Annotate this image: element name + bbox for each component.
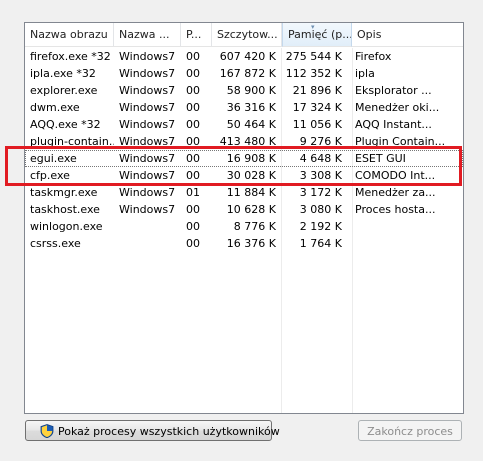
column-header-cpu[interactable]: P... xyxy=(181,23,212,47)
column-header-user-name[interactable]: Nazwa ... xyxy=(114,23,181,47)
process-row[interactable]: winlogon.exe 00 8 776 K 2 192 K xyxy=(25,218,463,235)
sort-descending-icon: ▾ xyxy=(311,23,315,31)
memory-cell: 3 080 K xyxy=(299,203,342,216)
highlight-box xyxy=(5,146,462,186)
process-row[interactable]: firefox.exe *32 Windows7 00 607 420 K 275 54… xyxy=(25,48,463,65)
memory-cell: 1 764 K xyxy=(299,237,342,250)
memory-cell: 2 192 K xyxy=(299,220,342,233)
process-row[interactable]: explorer.exe Windows7 00 58 900 K 21 896 K Ek… xyxy=(25,82,463,99)
memory-cell: 275 544 K xyxy=(285,50,342,63)
process-name-cell: taskmgr.exe xyxy=(30,186,98,199)
user-name-cell: Windows7 xyxy=(119,84,176,97)
task-manager-processes-page: { "columns": ["Nazwa obrazu", "Nazwa ...… xyxy=(0,0,483,461)
process-row[interactable]: taskmgr.exe Windows7 01 11 884 K 3 172 K Mene… xyxy=(25,184,463,201)
end-process-label: Zakończ proces xyxy=(367,425,453,438)
user-name-cell: Windows7 xyxy=(119,50,176,63)
peak-memory-cell: 16 376 K xyxy=(226,237,276,250)
process-row[interactable]: ipla.exe *32 Windows7 00 167 872 K 112 352 K… xyxy=(25,65,463,82)
cpu-cell: 00 xyxy=(186,118,200,131)
process-row[interactable]: csrss.exe 00 16 376 K 1 764 K xyxy=(25,235,463,252)
column-header-memory[interactable]: ▾ Pamięć (p... xyxy=(282,23,352,47)
process-name-cell: ipla.exe *32 xyxy=(30,67,96,80)
user-name-cell: Windows7 xyxy=(119,186,176,199)
cpu-cell: 01 xyxy=(186,186,200,199)
process-row[interactable]: dwm.exe Windows7 00 36 316 K 17 324 K Menedże… xyxy=(25,99,463,116)
user-name-cell: Windows7 xyxy=(119,118,176,131)
description-cell xyxy=(355,218,459,235)
process-name-cell: AQQ.exe *32 xyxy=(30,118,101,131)
process-name-cell: csrss.exe xyxy=(30,237,81,250)
end-process-button[interactable]: Zakończ proces xyxy=(358,420,462,441)
user-name-cell: Windows7 xyxy=(119,101,176,114)
process-row[interactable]: AQQ.exe *32 Windows7 00 50 464 K 11 056 K AQQ… xyxy=(25,116,463,133)
memory-cell: 11 056 K xyxy=(292,118,342,131)
process-name-cell: explorer.exe xyxy=(30,84,98,97)
description-cell: Menedżer za... xyxy=(355,186,436,199)
description-cell: Menedżer oki... xyxy=(355,101,440,114)
user-name-cell: Windows7 xyxy=(119,67,176,80)
description-cell: Proces hosta... xyxy=(355,203,436,216)
memory-cell: 3 172 K xyxy=(299,186,342,199)
process-list[interactable]: Nazwa obrazu Nazwa ... P... Szczytow... … xyxy=(24,22,464,414)
user-name-cell xyxy=(119,235,181,252)
cpu-cell: 00 xyxy=(186,101,200,114)
cpu-cell: 00 xyxy=(186,84,200,97)
peak-memory-cell: 11 884 K xyxy=(226,186,276,199)
description-cell xyxy=(355,235,459,252)
cpu-cell: 00 xyxy=(186,67,200,80)
memory-cell: 112 352 K xyxy=(285,67,342,80)
peak-memory-cell: 8 776 K xyxy=(233,220,276,233)
memory-cell: 17 324 K xyxy=(292,101,342,114)
peak-memory-cell: 36 316 K xyxy=(226,101,276,114)
column-header-memory-label: Pamięć (p... xyxy=(288,28,352,41)
process-name-cell: taskhost.exe xyxy=(30,203,100,216)
peak-memory-cell: 58 900 K xyxy=(226,84,276,97)
cpu-cell: 00 xyxy=(186,237,200,250)
cpu-cell: 00 xyxy=(186,220,200,233)
user-name-cell xyxy=(119,218,181,235)
cpu-cell: 00 xyxy=(186,203,200,216)
column-header-row: Nazwa obrazu Nazwa ... P... Szczytow... … xyxy=(25,23,463,48)
peak-memory-cell: 50 464 K xyxy=(226,118,276,131)
process-name-cell: firefox.exe *32 xyxy=(30,50,111,63)
description-cell: AQQ Instant... xyxy=(355,118,432,131)
description-cell: Eksplorator ... xyxy=(355,84,432,97)
memory-cell: 21 896 K xyxy=(292,84,342,97)
peak-memory-cell: 167 872 K xyxy=(219,67,276,80)
process-row[interactable]: taskhost.exe Windows7 00 10 628 K 3 080 K Pro… xyxy=(25,201,463,218)
process-name-cell: winlogon.exe xyxy=(30,220,103,233)
column-header-image-name[interactable]: Nazwa obrazu xyxy=(25,23,114,47)
uac-shield-icon xyxy=(40,424,54,438)
show-all-users-processes-button[interactable]: Pokaż procesy wszystkich użytkowników xyxy=(25,420,280,441)
peak-memory-cell: 607 420 K xyxy=(219,50,276,63)
column-header-description[interactable]: Opis xyxy=(352,23,463,47)
peak-memory-cell: 10 628 K xyxy=(226,203,276,216)
description-cell: Firefox xyxy=(355,50,392,63)
process-name-cell: dwm.exe xyxy=(30,101,80,114)
user-name-cell: Windows7 xyxy=(119,203,176,216)
cpu-cell: 00 xyxy=(186,50,200,63)
column-header-peak-memory[interactable]: Szczytow... xyxy=(212,23,282,47)
show-all-users-processes-label: Pokaż procesy wszystkich użytkowników xyxy=(58,425,280,438)
description-cell: ipla xyxy=(355,67,375,80)
